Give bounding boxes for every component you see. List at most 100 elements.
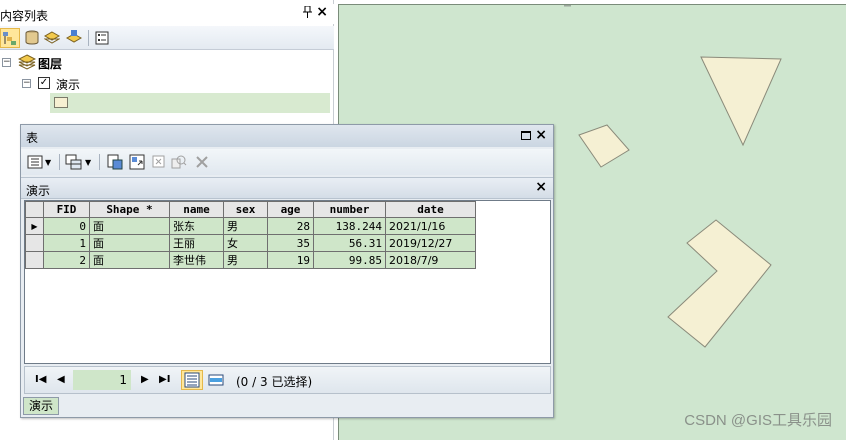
cell-number[interactable]: 99.85 [313,251,386,269]
cell-age[interactable]: 19 [267,251,314,269]
map-polygon-square [578,124,630,168]
selection-status: (0 / 3 已选择) [236,375,313,389]
table-row[interactable]: ▶ 0 面 张东 男 28 138.244 2021/1/16 [25,217,476,235]
switch-selection-icon [129,154,145,170]
cell-number[interactable]: 56.31 [313,234,386,252]
first-record-icon[interactable]: I◀ [35,374,46,385]
column-header[interactable]: number [313,201,386,218]
cell-date[interactable]: 2021/1/16 [385,217,476,235]
table-title-bar[interactable]: 表 × [21,125,553,147]
column-header[interactable]: name [169,201,224,218]
legend-row[interactable] [50,93,330,113]
layer-bottom-tab[interactable]: 演示 [23,397,60,415]
layer-visibility-checkbox[interactable]: ✓ [38,77,50,89]
map-polygon-chevron [667,219,772,348]
related-tables-icon [65,154,82,170]
toc-toolbar [0,26,334,50]
chevron-down-icon: ▼ [45,157,52,167]
options-button[interactable] [92,28,112,48]
column-header[interactable]: FID [43,201,90,218]
cell-sex[interactable]: 女 [223,234,268,252]
cell-name[interactable]: 张东 [169,217,224,235]
attribute-table[interactable]: FID Shape * name sex age number date ▶ 0… [25,201,476,269]
layer-expander[interactable]: − [22,79,31,88]
layer-tab-title: 演示 [26,184,51,198]
delete-icon [196,156,208,168]
toc-close-button[interactable]: × [316,4,328,20]
list-by-visibility-button[interactable] [42,28,62,48]
cell-shape[interactable]: 面 [89,234,170,252]
list-by-selection-button[interactable] [64,28,84,48]
show-selected-records-button[interactable] [205,370,227,390]
cell-sex[interactable]: 男 [223,251,268,269]
cell-age[interactable]: 28 [267,217,314,235]
cell-name[interactable]: 王丽 [169,234,224,252]
cell-fid[interactable]: 0 [43,217,90,235]
layers-group-icon [17,54,37,73]
show-all-records-button[interactable] [181,370,203,390]
layers-root-label[interactable]: 图层 [38,55,62,72]
root-expander[interactable]: − [2,58,11,67]
selection-layers-icon [66,30,82,43]
attribute-table-window: 表 × ▼ ▼ 演示 × FID Shape * name sex age nu… [20,124,554,418]
maximize-button[interactable] [521,131,531,140]
cell-date[interactable]: 2019/12/27 [385,234,476,252]
delete-selected-button[interactable] [195,153,209,171]
row-selector[interactable] [25,251,44,269]
watermark: CSDN @GIS工具乐园 [684,412,832,429]
cell-date[interactable]: 2018/7/9 [385,251,476,269]
layer-tab-close-button[interactable]: × [535,179,547,195]
layer-tab-header: 演示 × [21,177,553,199]
list-by-source-button[interactable] [22,28,42,48]
list-by-drawing-order-button[interactable] [0,28,20,48]
map-polygon-triangle [700,56,782,147]
all-records-icon [184,372,200,388]
previous-record-icon[interactable]: ◀ [57,374,65,385]
cell-shape[interactable]: 面 [89,251,170,269]
column-header[interactable]: sex [223,201,268,218]
table-title: 表 [26,131,39,145]
switch-selection-button[interactable] [129,153,145,171]
clear-selection-button[interactable] [151,153,167,171]
table-row[interactable]: 1 面 王丽 女 35 56.31 2019/12/27 [25,234,476,252]
column-header[interactable]: Shape * [89,201,170,218]
toc-title-bar: 内容列表 × [0,4,334,24]
zoom-to-selected-icon [171,155,187,169]
options-list-icon [95,31,109,45]
cell-age[interactable]: 35 [267,234,314,252]
polygon-symbol-swatch[interactable] [54,97,68,108]
current-record-input[interactable]: 1 [73,370,131,390]
cell-fid[interactable]: 1 [43,234,90,252]
attribute-grid[interactable]: FID Shape * name sex age number date ▶ 0… [24,200,551,364]
column-header[interactable]: age [267,201,314,218]
cell-sex[interactable]: 男 [223,217,268,235]
current-row-marker-icon[interactable]: ▶ [25,217,44,235]
record-navigation-bar: I◀ ◀ 1 ▶ ▶I (0 / 3 已选择) [24,366,551,394]
table-close-button[interactable]: × [535,127,547,143]
zoom-to-selected-button[interactable] [171,153,187,171]
related-tables-button[interactable]: ▼ [65,153,91,171]
column-header[interactable]: date [385,201,476,218]
next-record-icon[interactable]: ▶ [141,374,149,385]
toc-title: 内容列表 [0,9,49,23]
cell-fid[interactable]: 2 [43,251,90,269]
selected-records-icon [208,374,224,386]
table-options-button[interactable]: ▼ [27,153,51,171]
layer-label[interactable]: 演示 [56,76,80,93]
table-options-icon [27,155,43,169]
drawing-order-icon [3,32,16,45]
row-selector-header[interactable] [25,201,44,218]
last-record-icon[interactable]: ▶I [159,374,170,385]
select-by-attributes-icon [107,154,123,170]
table-toolbar: ▼ ▼ [21,149,553,175]
clear-selection-icon [152,155,165,168]
table-row[interactable]: 2 面 李世伟 男 19 99.85 2018/7/9 [25,251,476,269]
cell-number[interactable]: 138.244 [313,217,386,235]
chevron-down-icon: ▼ [85,157,92,167]
row-selector[interactable] [25,234,44,252]
cell-name[interactable]: 李世伟 [169,251,224,269]
select-by-attributes-button[interactable] [107,153,123,171]
database-icon [25,30,39,45]
cell-shape[interactable]: 面 [89,217,170,235]
pin-icon[interactable] [303,5,312,21]
